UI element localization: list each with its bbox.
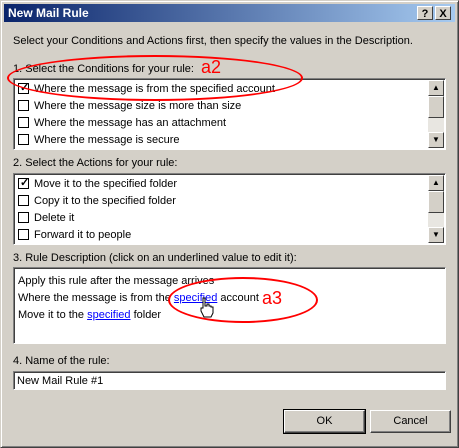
scroll-thumb[interactable] <box>428 191 444 213</box>
actions-list[interactable]: ✓ Move it to the specified folder Copy i… <box>13 173 446 245</box>
conditions-scrollbar[interactable]: ▲ ▼ <box>428 80 444 148</box>
annotation-label-a2: a2 <box>201 57 222 77</box>
scroll-thumb[interactable] <box>428 96 444 118</box>
description-line2-text: Where the message is from the <box>18 292 174 304</box>
folder-link[interactable]: specified <box>87 309 130 321</box>
condition-label: Where the message has an attachment <box>34 117 226 129</box>
action-checkbox[interactable] <box>18 212 29 223</box>
description-label: 3. Rule Description (click on an underli… <box>13 252 297 264</box>
action-checkbox[interactable] <box>18 195 29 206</box>
annotation-ellipse-a2 <box>7 55 303 101</box>
description-line3-text: Move it to the <box>18 309 88 321</box>
description-line3-suffix: folder <box>130 309 162 321</box>
name-label: 4. Name of the rule: <box>13 355 110 367</box>
description-line: Move it to the specified folder <box>18 307 161 323</box>
rule-name-field[interactable] <box>13 371 446 390</box>
ok-button[interactable]: OK <box>283 409 366 434</box>
hand-cursor-icon <box>200 297 214 318</box>
action-label: Delete it <box>34 212 75 224</box>
title-bar: New Mail Rule ? X <box>4 4 455 22</box>
annotation-label-a3: a3 <box>262 288 283 308</box>
new-mail-rule-dialog: New Mail Rule ? X Select your Conditions… <box>0 0 459 448</box>
help-button[interactable]: ? <box>417 6 433 20</box>
action-label: Copy it to the specified folder <box>34 195 176 207</box>
actions-label: 2. Select the Actions for your rule: <box>13 157 178 169</box>
window-title: New Mail Rule <box>8 6 89 20</box>
action-label: Forward it to people <box>34 229 132 241</box>
annotation-ellipse-a3 <box>168 277 318 323</box>
action-checkbox[interactable]: ✓ <box>18 177 29 189</box>
condition-checkbox[interactable] <box>18 134 29 145</box>
scroll-up-icon[interactable]: ▲ <box>428 175 444 191</box>
action-checkbox[interactable] <box>18 229 29 240</box>
scroll-up-icon[interactable]: ▲ <box>428 80 444 96</box>
action-label: Move it to the specified folder <box>34 178 178 190</box>
condition-label: Where the message is secure <box>34 134 180 146</box>
actions-scrollbar[interactable]: ▲ ▼ <box>428 175 444 243</box>
condition-checkbox[interactable] <box>18 117 29 128</box>
cancel-button[interactable]: Cancel <box>370 410 451 433</box>
intro-text: Select your Conditions and Actions first… <box>13 35 413 47</box>
close-button[interactable]: X <box>435 6 451 20</box>
condition-checkbox[interactable] <box>18 100 29 111</box>
scroll-down-icon[interactable]: ▼ <box>428 227 444 243</box>
scroll-down-icon[interactable]: ▼ <box>428 132 444 148</box>
